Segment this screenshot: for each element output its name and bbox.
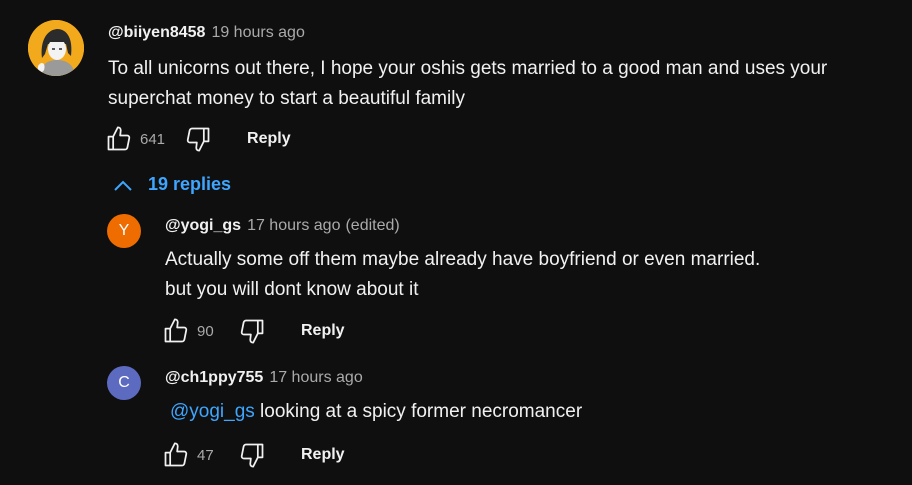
like-button[interactable] — [104, 124, 134, 154]
reply-author[interactable]: @ch1ppy755 — [165, 369, 263, 387]
thumbs-up-icon — [164, 442, 188, 467]
comment-author[interactable]: @biiyen8458 — [108, 24, 205, 42]
dislike-button[interactable] — [237, 316, 267, 346]
mention-link[interactable]: @yogi_gs — [170, 401, 255, 422]
like-count: 47 — [197, 446, 214, 464]
reply-actions: 90 Reply — [161, 316, 345, 346]
anime-character-avatar-icon — [28, 20, 84, 76]
reply-timestamp[interactable]: 17 hours ago — [269, 369, 362, 387]
avatar[interactable] — [28, 20, 84, 76]
comment-header: @biiyen8458 19 hours ago — [108, 24, 305, 42]
chevron-up-icon — [114, 180, 132, 191]
thumbs-up-icon — [107, 126, 131, 151]
like-count: 90 — [197, 322, 214, 340]
reply-text: Actually some off them maybe already hav… — [165, 245, 760, 305]
comment-actions: 641 Reply — [104, 124, 291, 154]
thumbs-down-icon — [240, 443, 264, 468]
edited-label: (edited) — [345, 217, 400, 234]
thumbs-up-icon — [164, 318, 188, 343]
reply-button[interactable]: Reply — [301, 322, 345, 340]
reply-text-line-1: Actually some off them maybe already hav… — [165, 249, 761, 270]
reply-actions: 47 Reply — [161, 440, 345, 470]
reply-author[interactable]: @yogi_gs — [165, 217, 241, 235]
avatar-letter: C — [118, 374, 130, 391]
reply-header: @ch1ppy755 17 hours ago — [165, 369, 363, 387]
reply-text-body: looking at a spicy former necromancer — [254, 401, 583, 422]
like-button[interactable] — [161, 316, 191, 346]
comment-text-line-2: superchat money to start a beautiful fam… — [108, 88, 465, 109]
like-count: 641 — [140, 130, 166, 148]
avatar-letter: Y — [118, 222, 130, 239]
comment-timestamp[interactable]: 19 hours ago — [211, 24, 304, 42]
comment-text-line-1: To all unicorns out there, I hope your o… — [108, 58, 828, 79]
replies-count-label: 19 replies — [148, 174, 232, 194]
avatar[interactable]: Y — [107, 214, 141, 248]
reply-header: @yogi_gs 17 hours ago (edited) — [165, 217, 400, 235]
like-button[interactable] — [161, 440, 191, 470]
reply-text-line-2: but you will dont know about it — [165, 279, 419, 300]
reply-text: @yogi_gs looking at a spicy former necro… — [165, 397, 582, 427]
thumbs-down-icon — [186, 127, 210, 152]
avatar[interactable]: C — [107, 366, 141, 400]
reply-button[interactable]: Reply — [301, 446, 345, 464]
thumbs-down-icon — [240, 319, 264, 344]
reply-button[interactable]: Reply — [247, 130, 291, 148]
replies-toggle[interactable]: 19 replies — [112, 174, 231, 195]
reply-timestamp[interactable]: 17 hours ago — [247, 217, 340, 235]
comment-text: To all unicorns out there, I hope your o… — [108, 54, 827, 114]
dislike-button[interactable] — [183, 124, 213, 154]
dislike-button[interactable] — [237, 440, 267, 470]
